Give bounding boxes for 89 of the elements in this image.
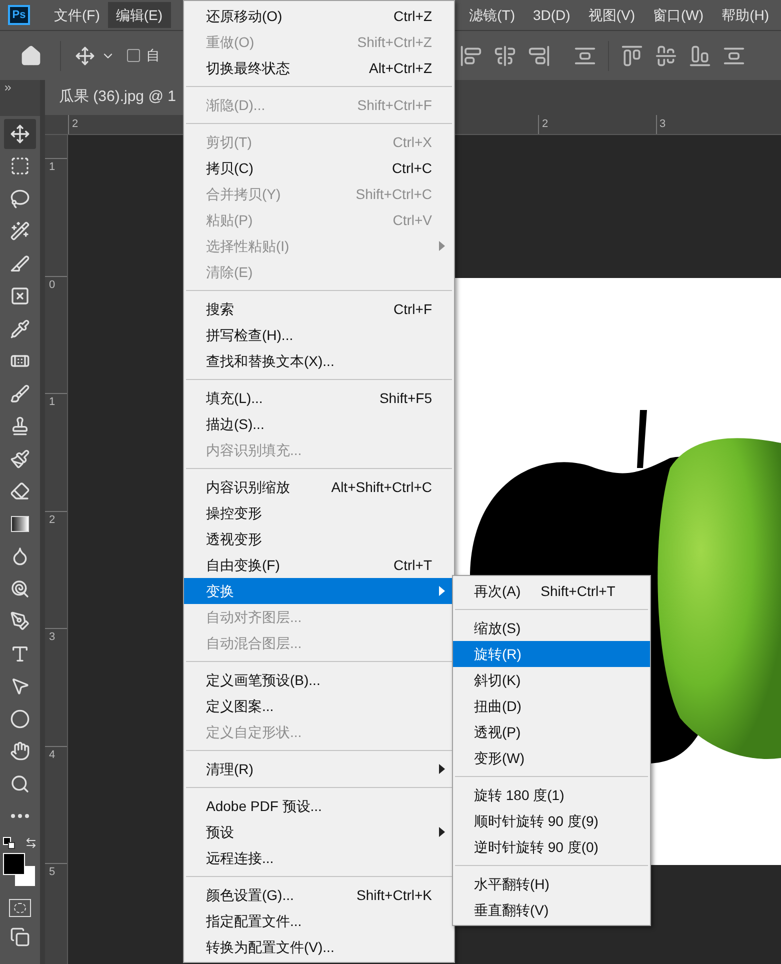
ruler-number: 1 bbox=[49, 396, 56, 408]
menu-item[interactable]: 描边(S)... bbox=[184, 411, 454, 437]
menu-item[interactable]: 扭曲(D) bbox=[453, 693, 650, 719]
menu-bar-item[interactable]: 视图(V) bbox=[580, 2, 644, 28]
menu-item[interactable]: 拷贝(C) Ctrl+C bbox=[184, 155, 454, 181]
menu-item[interactable]: 拼写检查(H)... bbox=[184, 322, 454, 348]
menu-item[interactable]: 操控变形 bbox=[184, 500, 454, 526]
ellipse-tool-icon bbox=[10, 708, 30, 728]
menu-item[interactable]: 定义画笔预设(B)... bbox=[184, 667, 454, 693]
menu-item[interactable]: 内容识别缩放 Alt+Shift+Ctrl+C bbox=[184, 474, 454, 500]
menu-item[interactable]: 变形(W) bbox=[453, 745, 650, 771]
marquee-tool-icon bbox=[10, 156, 30, 176]
move-tool-icon bbox=[10, 124, 30, 144]
menu-item[interactable]: 转换为配置文件(V)... bbox=[184, 934, 454, 960]
zoom-icon bbox=[10, 774, 30, 794]
menu-item[interactable]: 远程连接... bbox=[184, 845, 454, 871]
menu-item[interactable]: 斜切(K) bbox=[453, 667, 650, 693]
brush-icon bbox=[10, 384, 30, 404]
menu-bar-item[interactable]: 滤镜(T) bbox=[461, 2, 523, 28]
menu-item[interactable]: 水平翻转(H) bbox=[453, 871, 650, 897]
menu-item[interactable]: Adobe PDF 预设... bbox=[184, 793, 454, 819]
frame-tool-icon bbox=[10, 286, 30, 306]
menu-bar-item[interactable]: 编辑(E) bbox=[108, 2, 171, 28]
checkbox[interactable] bbox=[127, 49, 140, 62]
eraser-icon bbox=[10, 481, 30, 501]
ruler-number: 4 bbox=[49, 748, 56, 760]
ruler-number: 2 bbox=[49, 514, 56, 526]
magic-wand-icon bbox=[10, 221, 30, 241]
menu-item[interactable]: 预设 bbox=[184, 819, 454, 845]
menu-item[interactable]: 变换 bbox=[184, 578, 454, 604]
ruler-number: 0 bbox=[49, 278, 56, 290]
ruler-number: 3 bbox=[49, 631, 56, 643]
home-icon[interactable] bbox=[20, 44, 42, 66]
ruler-number: 2 bbox=[72, 118, 78, 130]
align-center-icon[interactable] bbox=[494, 44, 516, 66]
menu-bar-item[interactable]: 窗口(W) bbox=[645, 2, 712, 28]
menu-item[interactable]: 查找和替换文本(X)... bbox=[184, 348, 454, 374]
align-left-icon[interactable] bbox=[460, 44, 482, 66]
align-top-icon[interactable] bbox=[621, 44, 643, 66]
ruler-number: 3 bbox=[660, 118, 666, 130]
menu-item[interactable]: 透视变形 bbox=[184, 526, 454, 552]
menu-bar-item[interactable]: 3D(D) bbox=[525, 2, 578, 28]
ruler-number: 1 bbox=[49, 161, 56, 173]
menu-item[interactable]: 自由变换(F) Ctrl+T bbox=[184, 552, 454, 578]
menu-item[interactable]: 旋转(R) bbox=[453, 641, 650, 667]
more-tools-icon bbox=[11, 814, 29, 818]
gradient-icon bbox=[11, 516, 29, 532]
menu-item[interactable]: 指定配置文件... bbox=[184, 908, 454, 934]
pointer-icon bbox=[10, 676, 30, 696]
menu-item[interactable]: 填充(L)... Shift+F5 bbox=[184, 385, 454, 411]
menu-item[interactable]: 切换最终状态 Alt+Ctrl+Z bbox=[184, 55, 454, 81]
menu-item[interactable]: 颜色设置(G)... Shift+Ctrl+K bbox=[184, 882, 454, 908]
menu-item[interactable]: 定义图案... bbox=[184, 693, 454, 719]
menu-item[interactable]: 顺时针旋转 90 度(9) bbox=[453, 808, 650, 834]
ruler-number: 2 bbox=[542, 118, 548, 130]
ruler-number: 5 bbox=[49, 866, 56, 878]
pen-tool-icon bbox=[10, 611, 30, 631]
slice-tool-icon bbox=[10, 254, 30, 274]
menu-bar-item[interactable]: 文件(F) bbox=[46, 2, 108, 28]
screen-mode-icon[interactable] bbox=[10, 927, 30, 947]
type-tool-icon bbox=[10, 644, 30, 664]
menu-item[interactable]: 再次(A) Shift+Ctrl+T bbox=[453, 578, 650, 604]
menu-item[interactable]: 缩放(S) bbox=[453, 615, 650, 641]
menu-item[interactable]: 旋转 180 度(1) bbox=[453, 782, 650, 808]
swap-colors-icon[interactable] bbox=[25, 837, 37, 849]
move-tool-icon[interactable] bbox=[75, 46, 95, 66]
default-colors-icon[interactable] bbox=[3, 837, 15, 849]
align-middle-icon[interactable] bbox=[655, 44, 677, 66]
menu-item[interactable]: 搜索 Ctrl+F bbox=[184, 296, 454, 322]
quick-mask-icon[interactable] bbox=[9, 899, 31, 917]
app-logo[interactable]: Ps bbox=[8, 5, 30, 25]
stamp-icon bbox=[10, 416, 30, 436]
menu-item[interactable]: 清理(R) bbox=[184, 756, 454, 782]
history-brush-icon bbox=[10, 448, 30, 468]
align-bottom-icon[interactable] bbox=[689, 44, 711, 66]
menu-item[interactable]: 垂直翻转(V) bbox=[453, 897, 650, 923]
hand-icon bbox=[10, 741, 30, 761]
menu-item[interactable]: 透视(P) bbox=[453, 719, 650, 745]
menu-bar-item[interactable]: 帮助(H) bbox=[714, 2, 777, 28]
menu-item[interactable]: 逆时针旋转 90 度(0) bbox=[453, 834, 650, 860]
menu-item[interactable]: 还原移动(O) Ctrl+Z bbox=[184, 3, 454, 29]
dodge-tool-icon bbox=[10, 578, 30, 598]
expand-icon[interactable] bbox=[3, 83, 13, 93]
auto-select-label: 自 bbox=[146, 46, 160, 65]
lasso-tool-icon bbox=[10, 188, 30, 208]
eyedropper-icon bbox=[10, 318, 30, 338]
tool-button[interactable] bbox=[4, 118, 36, 148]
align-right-icon[interactable] bbox=[528, 44, 550, 66]
color-swatches[interactable] bbox=[2, 853, 38, 889]
